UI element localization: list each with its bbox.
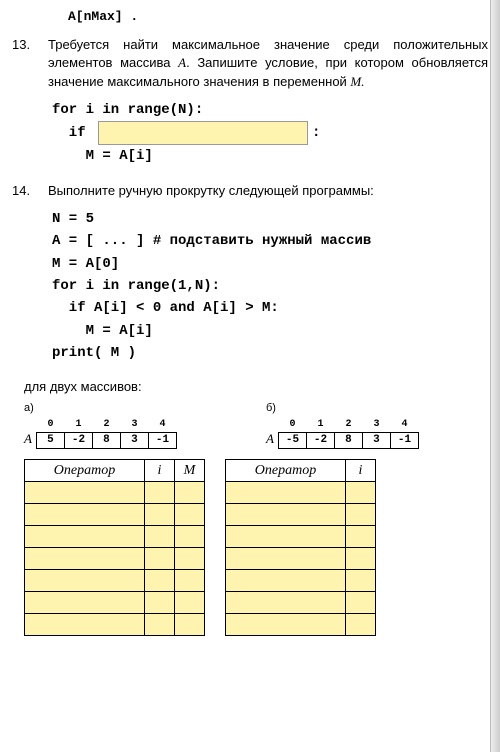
idx: 1 xyxy=(64,418,92,433)
val: 8 xyxy=(334,433,362,449)
cell[interactable] xyxy=(226,614,346,636)
code-block-14: N = 5 A = [ ... ] # подставить нужный ма… xyxy=(52,208,488,365)
idx: 4 xyxy=(148,418,176,433)
code-line: for i in range(1,N): xyxy=(52,275,488,297)
val: 3 xyxy=(362,433,390,449)
array-name: A xyxy=(266,430,274,449)
cell[interactable] xyxy=(145,482,175,504)
code-block-13: for i in range(N): if : M = A[i] xyxy=(52,99,488,168)
th-operator: Оператор xyxy=(25,460,145,482)
val: -1 xyxy=(390,433,418,449)
idx: 3 xyxy=(120,418,148,433)
val: -2 xyxy=(64,433,92,449)
idx: 3 xyxy=(362,418,390,433)
task-13: 13. Требуется найти максимальное значени… xyxy=(12,36,488,91)
th-i: i xyxy=(346,460,376,482)
code-line: print( M ) xyxy=(52,342,488,364)
cell[interactable] xyxy=(346,526,376,548)
code-line: if A[i] < 0 and A[i] > M: xyxy=(52,297,488,319)
task-text: Выполните ручную прокрутку следующей про… xyxy=(48,182,488,200)
trace-table-a: Оператор i M xyxy=(24,459,205,636)
cell[interactable] xyxy=(25,482,145,504)
cell[interactable] xyxy=(226,548,346,570)
array-letter: б) xyxy=(266,401,488,416)
task-text: Требуется найти максимальное значение ср… xyxy=(48,36,488,91)
th-i: i xyxy=(145,460,175,482)
arrays-row: а) A 0 1 2 3 4 5 -2 8 3 xyxy=(24,401,488,450)
page-content: A[nMax] . 13. Требуется найти максимальн… xyxy=(0,0,500,648)
answer-blank[interactable] xyxy=(98,121,308,145)
scrollbar[interactable] xyxy=(490,0,500,752)
cell[interactable] xyxy=(226,570,346,592)
cell[interactable] xyxy=(175,526,205,548)
array-b: б) A 0 1 2 3 4 -5 -2 8 3 xyxy=(266,401,488,450)
cell[interactable] xyxy=(145,570,175,592)
array-name: A xyxy=(24,430,32,449)
cell[interactable] xyxy=(175,482,205,504)
cell[interactable] xyxy=(226,526,346,548)
idx: 2 xyxy=(334,418,362,433)
cell[interactable] xyxy=(346,570,376,592)
cell[interactable] xyxy=(145,548,175,570)
idx: 2 xyxy=(92,418,120,433)
colon: : xyxy=(312,122,320,144)
idx: 0 xyxy=(36,418,64,433)
code-line: for i in range(N): xyxy=(52,99,488,121)
previous-fragment: A[nMax] . xyxy=(12,8,488,26)
code-line: M = A[i] xyxy=(52,145,488,167)
val: -1 xyxy=(148,433,176,449)
idx: 0 xyxy=(278,418,306,433)
cell[interactable] xyxy=(226,482,346,504)
cell[interactable] xyxy=(346,482,376,504)
task-number: 14. xyxy=(12,182,48,200)
idx: 1 xyxy=(306,418,334,433)
code-line-if: if : xyxy=(52,121,488,145)
cell[interactable] xyxy=(145,592,175,614)
array-a: а) A 0 1 2 3 4 5 -2 8 3 xyxy=(24,401,246,450)
array-letter: а) xyxy=(24,401,246,416)
code-line: M = A[i] xyxy=(52,320,488,342)
code-line: M = A[0] xyxy=(52,253,488,275)
cell[interactable] xyxy=(25,526,145,548)
cell[interactable] xyxy=(346,614,376,636)
cell[interactable] xyxy=(175,592,205,614)
cell[interactable] xyxy=(145,614,175,636)
cell[interactable] xyxy=(346,592,376,614)
for-two-arrays: для двух массивов: xyxy=(24,378,488,396)
cell[interactable] xyxy=(226,592,346,614)
cell[interactable] xyxy=(175,504,205,526)
task-number: 13. xyxy=(12,36,48,91)
val: -5 xyxy=(278,433,306,449)
array-table: 0 1 2 3 4 -5 -2 8 3 -1 xyxy=(278,418,419,449)
cell[interactable] xyxy=(145,504,175,526)
code-line: A = [ ... ] # подставить нужный массив xyxy=(52,230,488,252)
cell[interactable] xyxy=(175,570,205,592)
val: -2 xyxy=(306,433,334,449)
th-operator: Оператор xyxy=(226,460,346,482)
trace-table-b: Оператор i xyxy=(225,459,376,636)
cell[interactable] xyxy=(25,570,145,592)
var-a: A xyxy=(178,55,186,70)
cell[interactable] xyxy=(145,526,175,548)
if-keyword: if xyxy=(52,122,94,144)
cell[interactable] xyxy=(25,614,145,636)
cell[interactable] xyxy=(25,504,145,526)
val: 8 xyxy=(92,433,120,449)
cell[interactable] xyxy=(175,548,205,570)
task-14: 14. Выполните ручную прокрутку следующей… xyxy=(12,182,488,200)
cell[interactable] xyxy=(346,504,376,526)
trace-tables-row: Оператор i M Оператор i xyxy=(24,459,488,636)
idx: 4 xyxy=(390,418,418,433)
var-m: M. xyxy=(350,74,364,89)
val: 3 xyxy=(120,433,148,449)
cell[interactable] xyxy=(346,548,376,570)
cell[interactable] xyxy=(25,548,145,570)
cell[interactable] xyxy=(175,614,205,636)
array-table: 0 1 2 3 4 5 -2 8 3 -1 xyxy=(36,418,177,449)
code-line: N = 5 xyxy=(52,208,488,230)
cell[interactable] xyxy=(226,504,346,526)
cell[interactable] xyxy=(25,592,145,614)
val: 5 xyxy=(36,433,64,449)
th-m: M xyxy=(175,460,205,482)
